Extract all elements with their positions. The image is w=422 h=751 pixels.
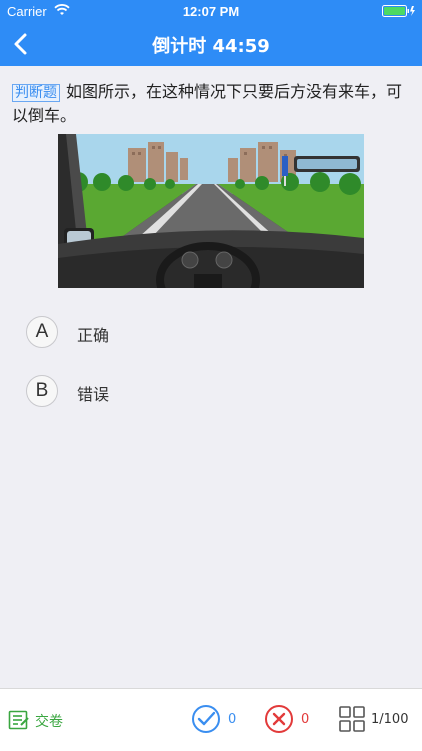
option-a[interactable]: A 正确 <box>26 316 326 350</box>
grid-icon <box>339 706 365 732</box>
question-image <box>58 134 364 288</box>
check-circle-icon <box>192 705 220 733</box>
option-text-a: 正确 <box>77 326 110 345</box>
submit-label: 交卷 <box>35 714 63 730</box>
countdown-title: 倒计时 44:59 <box>152 36 270 57</box>
x-circle-icon <box>265 705 293 733</box>
submit-button[interactable]: 交卷 <box>8 709 88 733</box>
wrong-count[interactable]: 0 <box>264 704 324 736</box>
option-text-b: 错误 <box>77 385 110 404</box>
status-bar: Carrier 12:07 PM <box>0 0 422 22</box>
question-type-tag: 判断题 <box>12 84 60 102</box>
battery-icon <box>382 5 415 17</box>
nav-bar: 倒计时 44:59 <box>0 22 422 66</box>
correct-count-number: 0 <box>228 712 237 727</box>
correct-count[interactable]: 0 <box>191 704 251 736</box>
option-letter-a: A <box>26 316 58 348</box>
option-b[interactable]: B 错误 <box>26 375 326 409</box>
option-letter-b: B <box>26 375 58 407</box>
status-time: 12:07 PM <box>182 4 240 19</box>
progress-label: 1/100 <box>371 712 409 727</box>
question-grid-button[interactable]: 1/100 <box>338 704 416 736</box>
answer-sheet-icon <box>8 710 29 730</box>
question-text-block: 判断题 如图所示，在这种情况下只要后方没有来车，可以倒车。 <box>12 80 410 128</box>
question-text: 如图所示，在这种情况下只要后方没有来车，可以倒车。 <box>12 82 403 125</box>
top-bar: Carrier 12:07 PM 倒计时 44:59 <box>0 0 422 66</box>
bottom-toolbar: 交卷 0 0 1/100 <box>0 688 422 751</box>
wrong-count-number: 0 <box>301 712 310 727</box>
